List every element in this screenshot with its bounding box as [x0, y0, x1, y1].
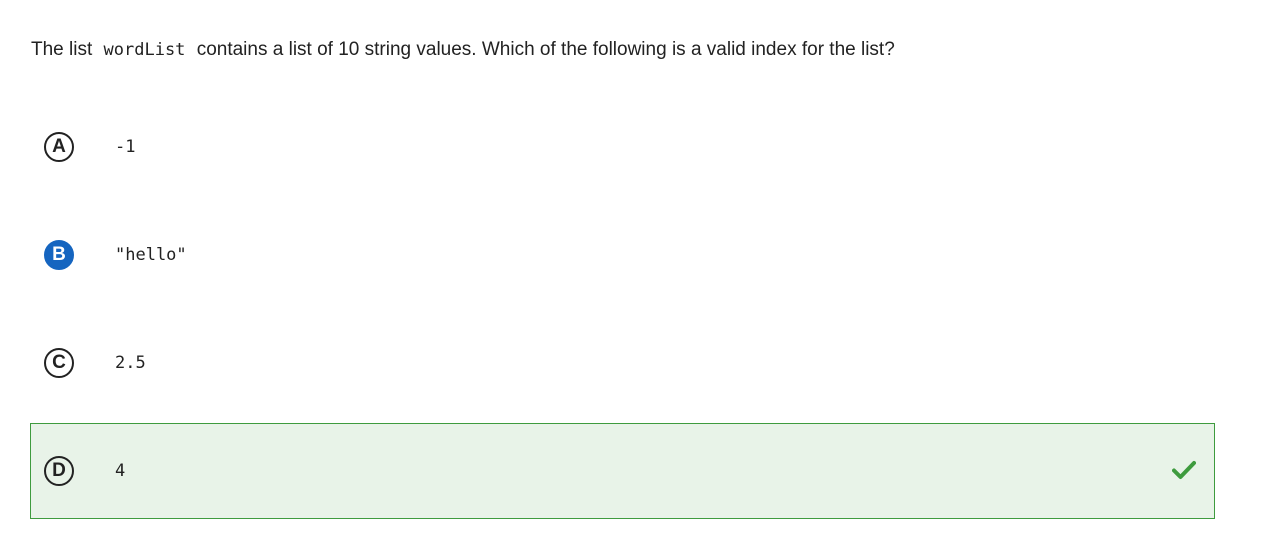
question-suffix: contains a list of 10 string values. Whi… [196, 39, 895, 60]
option-text: -1 [115, 137, 136, 157]
option-letter-badge: A [44, 132, 74, 162]
option-letter-badge: B [44, 240, 74, 270]
option-text: 4 [115, 461, 126, 481]
checkmark-icon [1172, 461, 1196, 479]
question-code: wordList [103, 40, 186, 60]
option-d[interactable]: D 4 [30, 423, 1215, 519]
option-text: "hello" [115, 245, 187, 265]
question-prefix: The list [31, 39, 93, 60]
option-text: 2.5 [115, 353, 146, 373]
option-c[interactable]: C 2.5 [30, 315, 1215, 411]
option-a[interactable]: A -1 [30, 99, 1215, 195]
option-letter-badge: D [44, 456, 74, 486]
question-text: The list wordList contains a list of 10 … [31, 37, 895, 63]
option-b[interactable]: B "hello" [30, 207, 1215, 303]
answer-options: A -1 B "hello" C 2.5 D 4 [30, 99, 1215, 531]
option-letter-badge: C [44, 348, 74, 378]
